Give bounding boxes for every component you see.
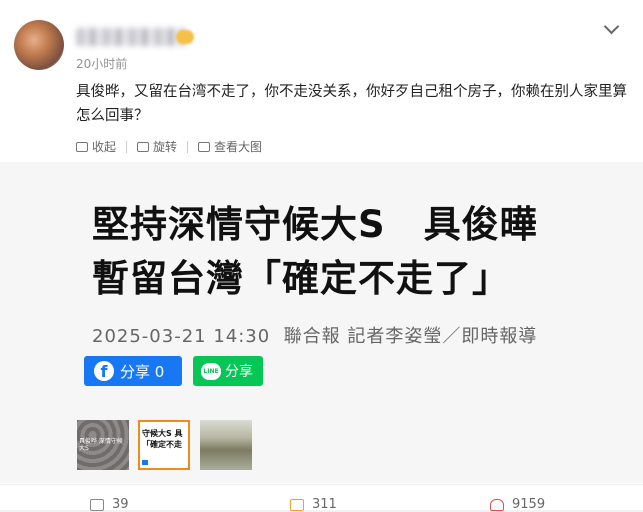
post-footer: 39 311 9159 (0, 484, 643, 512)
thumbnail-caption: 守候大S 具 「確定不走 (142, 429, 183, 449)
article-byline: 2025-03-21 14:30 聯合報 記者李姿瑩／即時報導 (92, 326, 538, 347)
headline-line-1: 堅持深情守候大S 具俊曄 (92, 203, 538, 246)
forward-count: 39 (112, 497, 129, 512)
rotate-icon (137, 141, 150, 152)
comment-button[interactable]: 311 (290, 497, 337, 512)
collapse-icon (76, 141, 88, 152)
divider (187, 140, 189, 153)
facebook-share-button: f 分享 0 (84, 356, 182, 386)
article-headline: 堅持深情守候大S 具俊曄 暫留台灣「確定不走了」 (92, 198, 538, 306)
like-count: 9159 (512, 497, 546, 512)
thumbnail-3[interactable] (200, 420, 252, 470)
view-large-button[interactable]: 查看大图 (198, 138, 262, 155)
comment-count: 311 (312, 497, 337, 512)
chevron-down-icon[interactable] (603, 18, 620, 35)
facebook-icon: f (94, 361, 114, 381)
thumbnail-2-selected[interactable]: 守候大S 具 「確定不走 (138, 420, 190, 470)
image-action-bar: 收起 旋转 查看大图 (76, 138, 262, 155)
collapse-label: 收起 (92, 140, 117, 154)
post-timestamp[interactable]: 20小时前 (76, 55, 127, 72)
line-share-label: 分享 (225, 364, 253, 380)
thumbnail-1[interactable]: 具俊晔 深情守候大S (77, 420, 129, 470)
rotate-button[interactable]: 旋转 (137, 138, 177, 155)
line-share-button: LINE 分享 (193, 356, 263, 386)
collapse-button[interactable]: 收起 (76, 138, 116, 155)
view-large-label: 查看大图 (214, 140, 263, 154)
post-text: 具俊晔，又留在台湾不走了，你不走没关系，你好歹自己租个房子，你赖在别人家里算怎么… (76, 84, 627, 124)
divider (126, 140, 128, 153)
mini-share-icon (142, 460, 148, 465)
headline-line-2: 暫留台灣「確定不走了」 (92, 257, 510, 300)
line-icon: LINE (201, 362, 221, 380)
weibo-post-card: 20小时前 具俊晔，又留在台湾不走了，你不走没关系，你好歹自己租个房子，你赖在别… (0, 0, 643, 512)
user-avatar[interactable] (14, 20, 64, 70)
like-button[interactable]: 9159 (490, 497, 545, 512)
vip-badge-icon (176, 30, 194, 44)
facebook-share-label: 分享 0 (120, 362, 165, 381)
thumbnail-caption: 具俊晔 深情守候大S (79, 438, 123, 452)
forward-button[interactable]: 39 (90, 497, 129, 512)
blurred-username[interactable] (76, 28, 186, 46)
rotate-label: 旋转 (153, 140, 178, 154)
view-large-icon (198, 141, 211, 152)
